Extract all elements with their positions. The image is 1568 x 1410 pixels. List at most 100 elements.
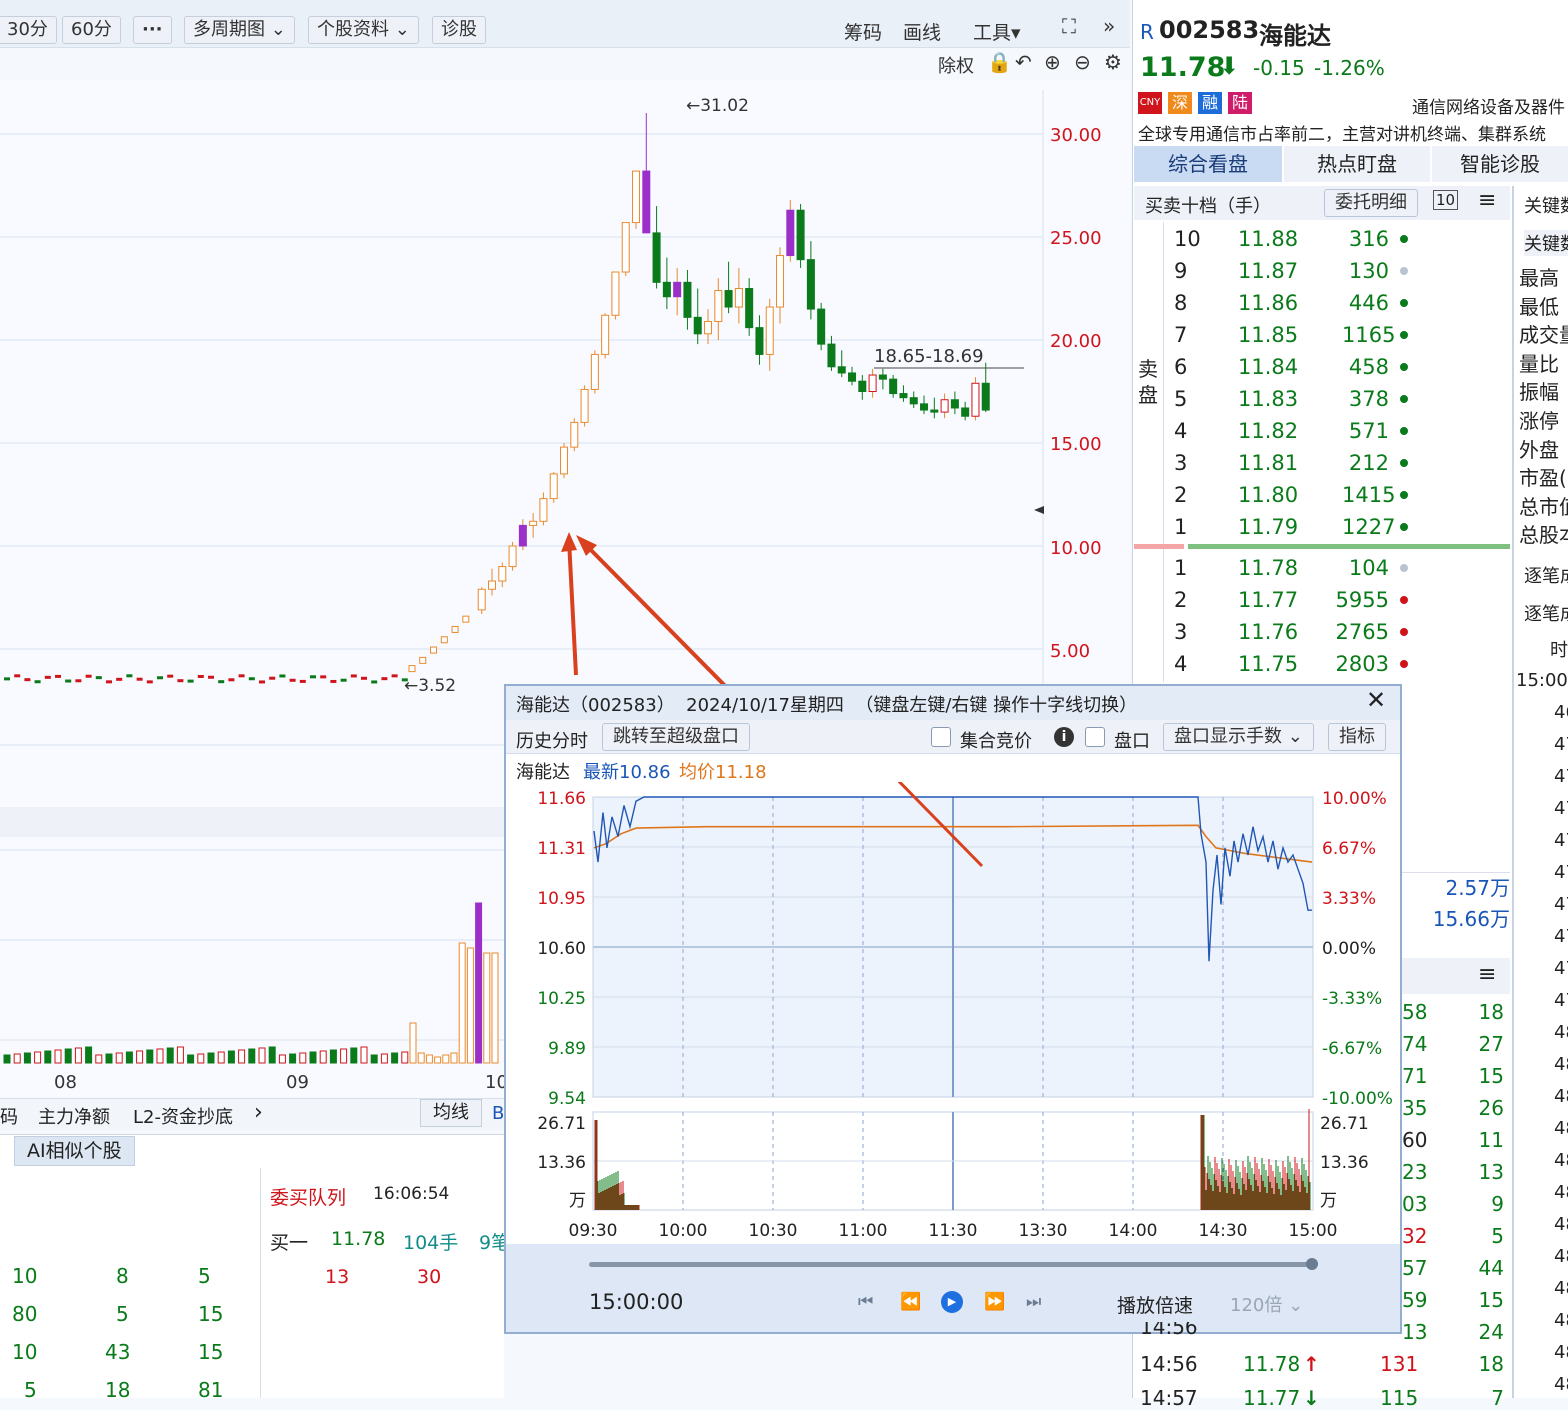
- ask-volume: 446: [1348, 291, 1389, 315]
- up-arrow-icon: ↑: [1303, 1352, 1320, 1376]
- tick-price-partial: 48: [1554, 1214, 1568, 1235]
- tick-price-partial: 47: [1554, 734, 1568, 755]
- buy1-label: 买一: [270, 1232, 309, 1254]
- zoom-in-icon[interactable]: ⊕: [1044, 50, 1061, 74]
- ai-similar-tab[interactable]: AI相似个股: [14, 1136, 135, 1166]
- pankou-checkbox[interactable]: [1085, 727, 1105, 747]
- status-dot: [1400, 459, 1408, 467]
- ask-volume: 378: [1348, 387, 1389, 411]
- tab-overview[interactable]: 综合看盘: [1134, 146, 1282, 182]
- fullscreen-icon[interactable]: ⛶: [1062, 14, 1076, 38]
- ask-row[interactable]: 8 11.86 446: [1172, 287, 1412, 319]
- ask-bid-separator: [1188, 544, 1510, 549]
- indicator-button[interactable]: 指标: [1328, 723, 1386, 751]
- tab-l2-fund[interactable]: L2-资金抄底: [133, 1103, 233, 1129]
- popup-stock-name: 海能达: [516, 762, 570, 783]
- tools-button[interactable]: 工具▾: [973, 18, 1021, 45]
- tab-ma[interactable]: 均线: [420, 1099, 482, 1127]
- skip-end-icon[interactable]: ⏭: [1026, 1292, 1041, 1312]
- settings-icon[interactable]: ⚙: [1104, 50, 1122, 74]
- jump-super-panel-button[interactable]: 跳转至超级盘口: [602, 723, 750, 751]
- tick-price-partial: 48: [1554, 1022, 1568, 1043]
- depth-10-button[interactable]: 10: [1433, 190, 1459, 210]
- ask-price: 11.80: [1238, 483, 1299, 507]
- volume-bar: [425, 1054, 433, 1064]
- high-price-label: ←31.02: [686, 96, 749, 116]
- progress-handle[interactable]: [1306, 1258, 1318, 1270]
- period-60min-button[interactable]: 60分: [62, 16, 121, 44]
- ask-row[interactable]: 10 11.88 316: [1172, 223, 1412, 255]
- vol-axis-label: 13.36: [1320, 1153, 1369, 1173]
- candle: [940, 399, 949, 413]
- tick-price-partial: 48: [1554, 1086, 1568, 1107]
- speed-select[interactable]: 120倍 ⌄: [1230, 1291, 1303, 1317]
- candle: [488, 580, 497, 590]
- period-30min-button[interactable]: 30分: [0, 16, 57, 44]
- more-button[interactable]: ···: [133, 16, 172, 44]
- order-detail-button[interactable]: 委托明细: [1324, 189, 1418, 217]
- tick-tab[interactable]: 逐笔成交: [1524, 562, 1568, 588]
- keydata-label: 外盘: [1519, 437, 1559, 462]
- collapse-icon[interactable]: »: [1103, 14, 1115, 38]
- lock-icon[interactable]: 🔒: [987, 50, 1012, 74]
- low-price-label: ←3.52: [404, 676, 456, 696]
- stock-code: 002583: [1159, 16, 1260, 44]
- chevron-right-icon[interactable]: ›: [254, 1100, 263, 1125]
- undo-icon[interactable]: ↶: [1015, 50, 1032, 74]
- step-forward-icon[interactable]: ⏩: [984, 1292, 1005, 1312]
- step-back-icon[interactable]: ⏪: [900, 1292, 921, 1312]
- intraday-chart[interactable]: 11.66 11.31 10.95 10.60 10.25 9.89 9.54 10.00% 6…: [506, 782, 1400, 1244]
- show-hands-select[interactable]: 盘口显示手数 ⌄: [1163, 723, 1314, 751]
- tab-b[interactable]: B: [492, 1103, 504, 1124]
- ask-row[interactable]: 4 11.82 571: [1172, 415, 1412, 447]
- ask-row[interactable]: 9 11.87 130: [1172, 255, 1412, 287]
- volume-bar: [115, 1052, 123, 1064]
- cell: 5: [24, 1378, 37, 1402]
- status-dot: [1400, 491, 1408, 499]
- diagnose-button[interactable]: 诊股: [432, 16, 486, 44]
- ask-row[interactable]: 2 11.80 1415: [1172, 479, 1412, 511]
- profile-button[interactable]: 个股资料 ⌄: [308, 16, 419, 44]
- volume-bar: [309, 1051, 317, 1064]
- tick-price-partial: 48: [1554, 1342, 1568, 1363]
- close-icon[interactable]: ✕: [1366, 686, 1386, 714]
- info-icon[interactable]: i: [1054, 727, 1074, 747]
- ask-row[interactable]: 3 11.81 212: [1172, 447, 1412, 479]
- tab-main-net[interactable]: 主力净额: [38, 1103, 110, 1129]
- zoom-out-icon[interactable]: ⊖: [1074, 50, 1091, 74]
- candle: [187, 679, 194, 683]
- volume-bar: [197, 1053, 205, 1064]
- candle: [755, 327, 764, 355]
- chip-button[interactable]: 筹码: [844, 18, 882, 45]
- tab-hot[interactable]: 热点盯盘: [1284, 146, 1430, 182]
- skip-start-icon[interactable]: ⏮: [858, 1292, 873, 1312]
- auction-checkbox[interactable]: [931, 727, 951, 747]
- bid-row[interactable]: 3 11.76 2765: [1172, 616, 1412, 648]
- ask-row[interactable]: 7 11.85 1165: [1172, 319, 1412, 351]
- tab-code[interactable]: 码: [0, 1103, 18, 1129]
- ask-volume: 212: [1348, 451, 1389, 475]
- tick-volume-partial: 74: [1402, 1032, 1428, 1056]
- candle: [381, 677, 388, 681]
- industry-label[interactable]: 通信网络设备及器件: [1412, 93, 1565, 118]
- bid-row[interactable]: 4 11.75 2803: [1172, 648, 1412, 680]
- progress-track[interactable]: [589, 1262, 1315, 1267]
- play-icon[interactable]: ▶: [941, 1291, 963, 1313]
- ask-row[interactable]: 1 11.79 1227: [1172, 511, 1412, 543]
- multi-period-button[interactable]: 多周期图 ⌄: [184, 16, 295, 44]
- ask-row[interactable]: 6 11.84 458: [1172, 351, 1412, 383]
- candle: [361, 676, 367, 680]
- menu-icon[interactable]: ≡: [1478, 188, 1496, 213]
- draw-line-button[interactable]: 画线: [903, 18, 941, 45]
- menu-icon[interactable]: ≡: [1478, 962, 1496, 987]
- ask-volume: 458: [1348, 355, 1389, 379]
- ex-right-button[interactable]: 除权: [938, 52, 974, 78]
- ask-volume: 1227: [1342, 515, 1396, 539]
- tick-tab[interactable]: 逐笔成交: [1524, 600, 1568, 626]
- volume-bar: [340, 1048, 348, 1064]
- bid-row[interactable]: 1 11.78 104: [1172, 552, 1412, 584]
- bid-row[interactable]: 2 11.77 5955: [1172, 584, 1412, 616]
- ask-row[interactable]: 5 11.83 378: [1172, 383, 1412, 415]
- candle: [65, 679, 72, 683]
- tab-diagnose[interactable]: 智能诊股: [1432, 146, 1568, 182]
